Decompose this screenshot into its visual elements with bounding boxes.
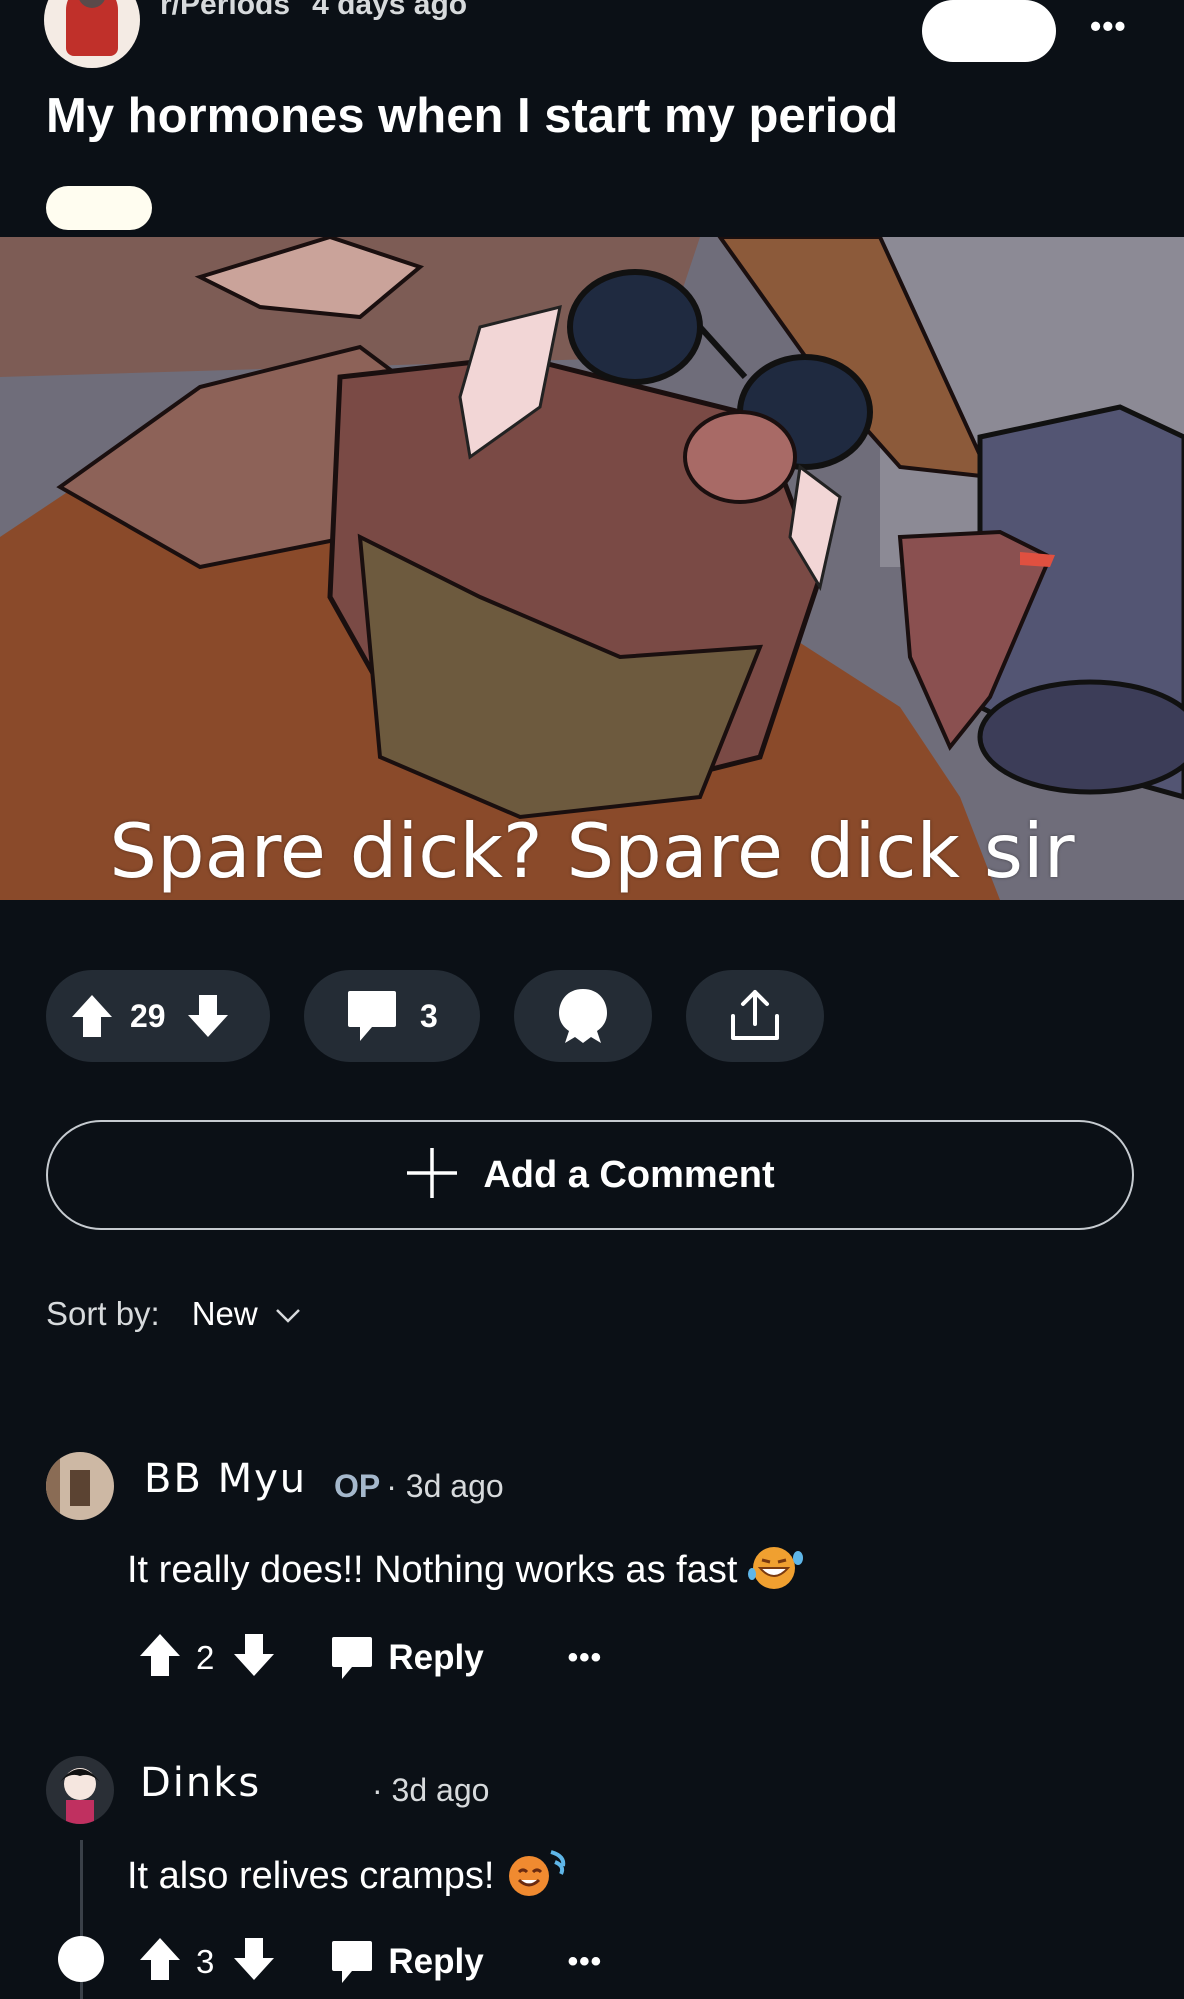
comment-text: It really does!! Nothing works as fast: [127, 1549, 738, 1592]
chevron-down-icon: [258, 1295, 302, 1333]
upvote-icon[interactable]: [70, 993, 114, 1039]
collapse-thread-button[interactable]: [58, 1936, 104, 1982]
comment-actions: 2 Reply •••: [138, 1632, 602, 1683]
sort-dropdown[interactable]: Sort by: New: [46, 1295, 302, 1333]
downvote-icon[interactable]: [232, 1632, 276, 1683]
comment-more-icon[interactable]: •••: [568, 1641, 603, 1675]
comment-body: It also relives cramps!: [127, 1848, 569, 1908]
vote-pill: 29: [46, 970, 270, 1062]
op-badge: OP: [334, 1468, 381, 1504]
post-meta: r/Periods 4 days ago: [160, 0, 467, 22]
post-time: 4 days ago: [312, 0, 468, 21]
downvote-icon[interactable]: [232, 1936, 276, 1987]
post-image[interactable]: Spare dick? Spare dick sir: [0, 237, 1184, 900]
share-button[interactable]: [686, 970, 824, 1062]
comment-username[interactable]: BB Myu: [144, 1456, 307, 1502]
reply-button[interactable]: Reply: [330, 1635, 484, 1681]
comment-score: 2: [196, 1638, 215, 1676]
comment-meta: · 3d ago: [372, 1772, 489, 1809]
comment-count: 3: [420, 997, 438, 1034]
comment-actions: 3 Reply •••: [138, 1936, 602, 1987]
add-comment-button[interactable]: Add a Comment: [46, 1120, 1134, 1230]
comment-text: It also relives cramps!: [127, 1855, 505, 1898]
image-caption: Spare dick? Spare dick sir: [109, 807, 1075, 895]
award-icon: [553, 987, 613, 1045]
reply-label: Reply: [388, 1637, 484, 1677]
laughing-emoji-icon: [747, 1544, 804, 1600]
subreddit-avatar[interactable]: [44, 0, 140, 68]
post-flair[interactable]: [46, 186, 152, 230]
plus-icon: [405, 1146, 459, 1205]
upvote-icon[interactable]: [138, 1936, 182, 1987]
comment-score: 3: [196, 1942, 215, 1980]
comment-time: · 3d ago: [386, 1468, 504, 1504]
upvote-count: 29: [130, 997, 166, 1034]
comment-meta: OP · 3d ago: [334, 1468, 504, 1505]
share-icon: [727, 988, 783, 1044]
reply-button[interactable]: Reply: [330, 1939, 484, 1985]
sort-label: Sort by:: [46, 1295, 160, 1332]
comment-more-icon[interactable]: •••: [568, 1945, 603, 1979]
avatar[interactable]: [46, 1452, 114, 1520]
subreddit-name[interactable]: r/Periods: [160, 0, 290, 21]
comment-username[interactable]: Dinks: [140, 1760, 261, 1806]
more-options-icon[interactable]: •••: [1090, 8, 1127, 45]
comments-button[interactable]: 3: [304, 970, 480, 1062]
reply-label: Reply: [388, 1941, 484, 1981]
smiling-sweat-emoji-icon: [505, 1848, 569, 1908]
comment-body: It really does!! Nothing works as fast: [127, 1544, 804, 1600]
downvote-icon[interactable]: [186, 993, 230, 1039]
comment-icon: [346, 989, 398, 1043]
avatar[interactable]: [46, 1756, 114, 1824]
sort-value: New: [191, 1295, 258, 1332]
join-button[interactable]: [922, 0, 1056, 62]
award-button[interactable]: [514, 970, 652, 1062]
post-title: My hormones when I start my period: [46, 89, 899, 143]
comment-time: · 3d ago: [372, 1772, 490, 1808]
add-comment-label: Add a Comment: [483, 1153, 775, 1196]
upvote-icon[interactable]: [138, 1632, 182, 1683]
